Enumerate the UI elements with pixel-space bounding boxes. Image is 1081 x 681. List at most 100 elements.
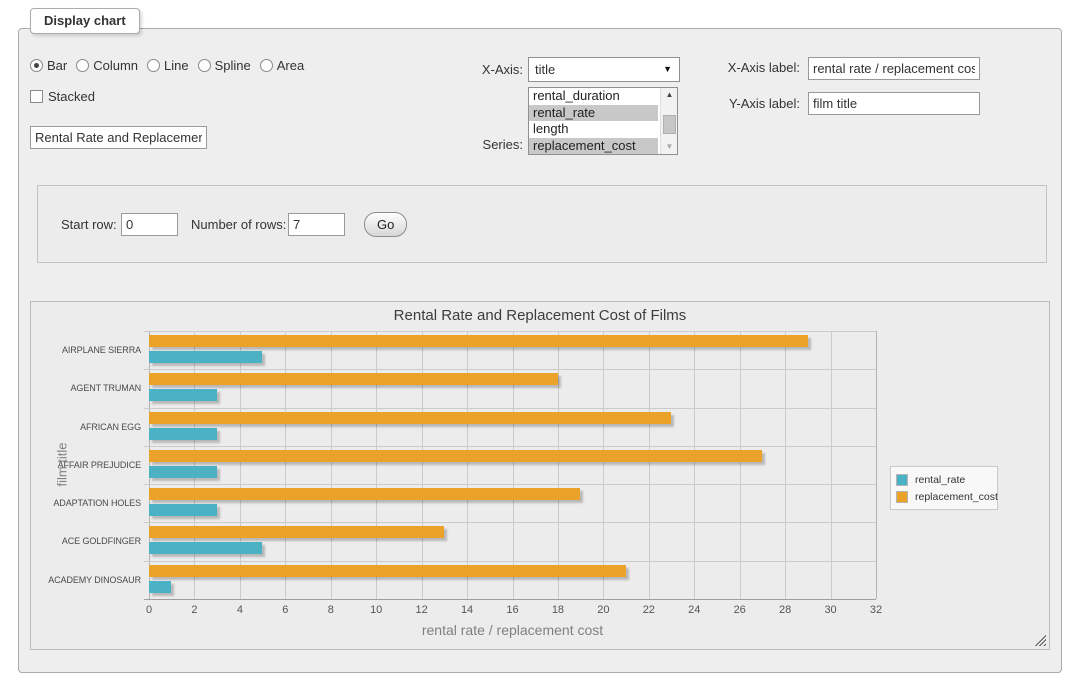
radio-icon[interactable]	[30, 59, 43, 72]
gridline	[144, 599, 876, 600]
radio-icon[interactable]	[198, 59, 211, 72]
bar-replacement_cost	[149, 335, 808, 347]
chart-title-input[interactable]	[30, 126, 207, 149]
gridline	[144, 331, 876, 332]
bar-rental_rate	[149, 581, 171, 593]
legend-swatch	[896, 491, 908, 503]
fieldset-legend: Display chart	[30, 8, 140, 34]
x-tick-label: 16	[500, 604, 526, 616]
x-tick-label: 18	[545, 604, 571, 616]
chart-legend: rental_rate replacement_cost	[890, 466, 998, 510]
bar-replacement_cost	[149, 488, 580, 500]
scroll-up-icon[interactable]: ▲	[661, 88, 678, 102]
x-tick-label: 12	[409, 604, 435, 616]
radio-label: Bar	[47, 58, 67, 73]
x-axis-select-value: title	[535, 62, 555, 77]
bar-rental_rate	[149, 389, 217, 401]
radio-label: Column	[93, 58, 138, 73]
x-axis-label-caption: X-Axis label:	[690, 60, 800, 75]
series-option-replacement_cost[interactable]: replacement_cost	[529, 138, 658, 155]
gridline	[144, 561, 876, 562]
gridline	[144, 369, 876, 370]
y-axis-title: film title	[55, 410, 70, 520]
resize-handle-icon[interactable]	[1034, 634, 1046, 646]
series-option-length[interactable]: length	[529, 121, 658, 138]
gridline	[144, 446, 876, 447]
scrollbar-thumb[interactable]	[663, 115, 676, 134]
series-options: rental_durationrental_ratelengthreplacem…	[529, 88, 677, 154]
stacked-checkbox[interactable]	[30, 90, 43, 103]
series-option-rental_duration[interactable]: rental_duration	[529, 88, 658, 105]
bar-rental_rate	[149, 542, 262, 554]
legend-item-rental_rate: rental_rate	[896, 471, 992, 488]
gridline	[785, 331, 786, 599]
listbox-scrollbar[interactable]: ▲ ▼	[660, 88, 677, 154]
chart-title: Rental Rate and Replacement Cost of Film…	[31, 307, 1049, 324]
x-tick-label: 8	[318, 604, 344, 616]
y-axis-label-caption: Y-Axis label:	[690, 96, 800, 111]
gridline	[331, 331, 332, 599]
gridline	[513, 331, 514, 599]
gridline	[649, 331, 650, 599]
y-axis-label-input[interactable]	[808, 92, 980, 115]
radio-icon[interactable]	[260, 59, 273, 72]
legend-label: rental_rate	[915, 474, 965, 486]
gridline	[285, 331, 286, 599]
stacked-label: Stacked	[48, 89, 95, 104]
x-axis-select[interactable]: title ▼	[528, 57, 680, 82]
series-listbox[interactable]: rental_durationrental_ratelengthreplacem…	[528, 87, 678, 155]
radio-icon[interactable]	[147, 59, 160, 72]
chart-type-radio-spline[interactable]: Spline	[198, 58, 251, 73]
gridline	[467, 331, 468, 599]
x-axis-label-input[interactable]	[808, 57, 980, 80]
gridline	[694, 331, 695, 599]
page: Display chart Bar Column Line Spline Area St…	[0, 0, 1081, 681]
x-tick-label: 20	[590, 604, 616, 616]
y-category-label: AGENT TRUMAN	[31, 369, 141, 407]
bar-replacement_cost	[149, 412, 671, 424]
plot-area: 02468101214161820222426283032AIRPLANE SI…	[149, 331, 876, 599]
bar-rental_rate	[149, 351, 262, 363]
x-tick-label: 2	[181, 604, 207, 616]
radio-label: Spline	[215, 58, 251, 73]
bar-replacement_cost	[149, 450, 762, 462]
x-tick-label: 22	[636, 604, 662, 616]
gridline	[144, 522, 876, 523]
x-tick-label: 30	[818, 604, 844, 616]
chart-type-radio-line[interactable]: Line	[147, 58, 189, 73]
x-tick-label: 6	[272, 604, 298, 616]
bar-rental_rate	[149, 504, 217, 516]
y-category-label: AIRPLANE SIERRA	[31, 331, 141, 369]
gridline	[831, 331, 832, 599]
gridline	[558, 331, 559, 599]
start-row-label: Start row:	[61, 217, 117, 232]
go-button[interactable]: Go	[364, 212, 407, 237]
scroll-down-icon[interactable]: ▼	[661, 140, 678, 154]
radio-icon[interactable]	[76, 59, 89, 72]
x-tick-label: 0	[136, 604, 162, 616]
legend-label: replacement_cost	[915, 491, 998, 503]
series-option-rental_rate[interactable]: rental_rate	[529, 105, 658, 122]
gridline	[240, 331, 241, 599]
legend-swatch	[896, 474, 908, 486]
chart-type-radio-area[interactable]: Area	[260, 58, 304, 73]
bar-replacement_cost	[149, 373, 558, 385]
y-category-label: ACADEMY DINOSAUR	[31, 561, 141, 599]
y-category-label: ACE GOLDFINGER	[31, 522, 141, 560]
bar-replacement_cost	[149, 565, 626, 577]
chart-type-radio-column[interactable]: Column	[76, 58, 138, 73]
num-rows-input[interactable]	[288, 213, 345, 236]
x-tick-label: 26	[727, 604, 753, 616]
y-category-label: AFRICAN EGG	[31, 408, 141, 446]
num-rows-label: Number of rows:	[191, 217, 286, 232]
radio-label: Line	[164, 58, 189, 73]
stacked-checkbox-row[interactable]: Stacked	[30, 89, 95, 104]
row-range-panel: Start row: Number of rows: Go	[37, 185, 1047, 263]
legend-item-replacement_cost: replacement_cost	[896, 488, 992, 505]
chart-type-radio-bar[interactable]: Bar	[30, 58, 67, 73]
start-row-input[interactable]	[121, 213, 178, 236]
gridline	[144, 484, 876, 485]
y-category-label: ADAPTATION HOLES	[31, 484, 141, 522]
x-tick-label: 14	[454, 604, 480, 616]
series-label-text: Series:	[430, 137, 523, 152]
